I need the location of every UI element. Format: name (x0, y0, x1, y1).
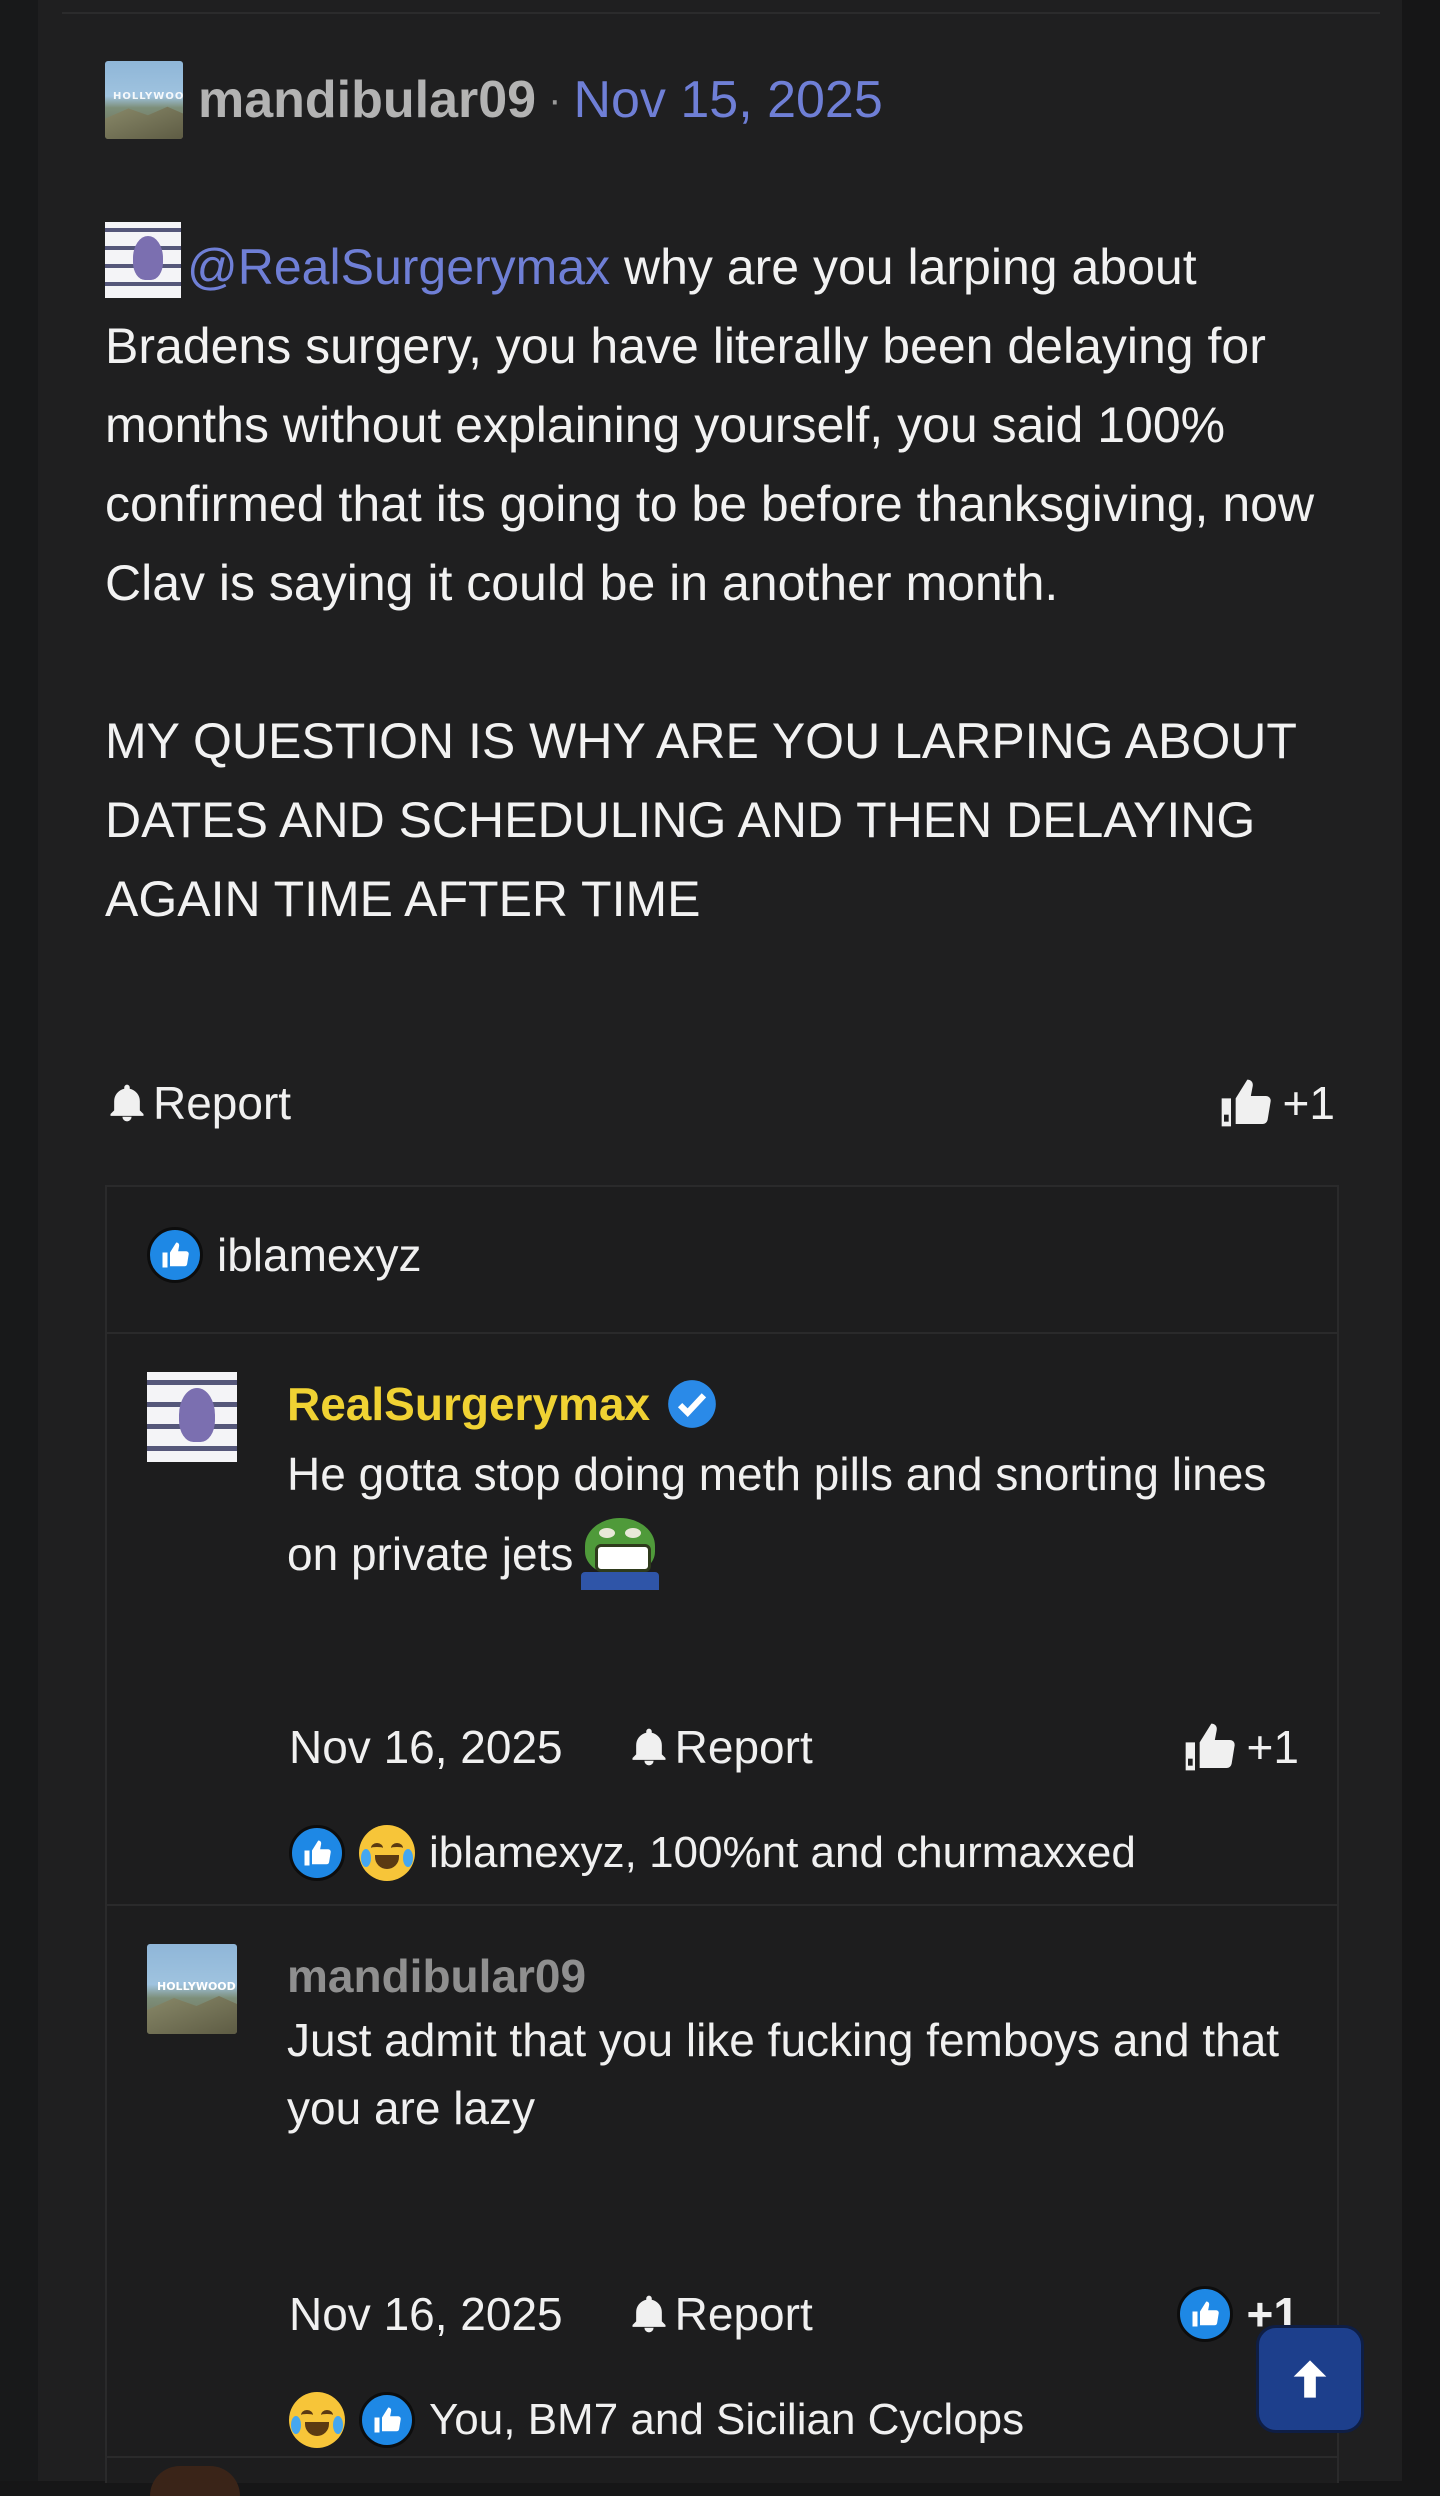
divider (105, 2456, 1337, 2458)
bell-icon (110, 1084, 144, 1122)
react-button[interactable]: +1 (1217, 1075, 1335, 1131)
report-button[interactable]: Report (105, 1076, 291, 1130)
like-reaction-icon (359, 2392, 415, 2448)
report-button[interactable]: Report (627, 1720, 813, 1774)
like-reaction-icon (147, 1227, 203, 1283)
next-comment-avatar (150, 2466, 240, 2496)
comment-text: Just admit that you like fucking femboys… (287, 2014, 1280, 2134)
bell-icon (632, 1728, 666, 1766)
comment: HOLLYWOOD mandibular09 Just admit that y… (147, 1944, 1299, 2484)
mention-avatar (105, 222, 181, 298)
react-button[interactable]: +1 (1181, 1719, 1299, 1775)
comment-actions: Nov 16, 2025 Report +1 (289, 2279, 1299, 2349)
divider (107, 1904, 1337, 1906)
reaction-count: +1 (1282, 1077, 1335, 1129)
replies-container: iblamexyz RealSurgerymax He gotta stop d… (105, 1185, 1339, 2483)
comment-author[interactable]: mandibular09 (287, 1944, 586, 2008)
post-text-caps: MY QUESTION IS WHY ARE YOU LARPING ABOUT… (105, 713, 1297, 927)
post-body: @RealSurgerymax why are you larping abou… (105, 222, 1345, 939)
post-author[interactable]: mandibular09 (198, 70, 536, 130)
like-reaction-icon (1176, 2286, 1233, 2342)
comment: RealSurgerymax He gotta stop doing meth … (147, 1372, 1299, 1912)
arrow-up-icon (1293, 2360, 1327, 2398)
comment-reactors[interactable]: You, BM7 and Sicilian Cyclops (289, 2392, 1024, 2448)
scroll-to-top-button[interactable] (1256, 2325, 1364, 2433)
separator: · (548, 77, 562, 122)
report-button[interactable]: Report (627, 2287, 813, 2341)
avatar[interactable]: HOLLYWOOD (147, 1944, 237, 2034)
post-header: HOLLYWOOD mandibular09 · Nov 15, 2025 (105, 60, 883, 140)
avatar[interactable] (147, 1372, 237, 1462)
divider (107, 1332, 1337, 1334)
post-actions: Report +1 (105, 1068, 1335, 1138)
user-mention[interactable]: @RealSurgerymax (187, 239, 610, 295)
thumbs-up-icon (1185, 1723, 1235, 1771)
reactors-list: iblamexyz (217, 1229, 422, 1281)
divider (62, 12, 1380, 14)
pepe-emoji-icon (581, 1516, 660, 1590)
like-reaction-icon (289, 1825, 345, 1881)
comment-date[interactable]: Nov 16, 2025 (289, 2287, 563, 2341)
thumbs-up-icon (1221, 1079, 1271, 1127)
report-label: Report (153, 1077, 292, 1129)
bell-icon (632, 2295, 666, 2333)
comment-actions: Nov 16, 2025 Report +1 (289, 1712, 1299, 1782)
laugh-reaction-icon (359, 1825, 415, 1881)
post-date[interactable]: Nov 15, 2025 (573, 70, 882, 130)
comment-author[interactable]: RealSurgerymax (287, 1372, 718, 1436)
comment-text: He gotta stop doing meth pills and snort… (287, 1434, 1297, 1594)
post-reactors[interactable]: iblamexyz (147, 1227, 422, 1283)
laugh-reaction-icon (289, 2392, 345, 2448)
comment-date[interactable]: Nov 16, 2025 (289, 1720, 563, 1774)
verified-badge-icon (668, 1380, 716, 1428)
comment-reactors[interactable]: iblamexyz, 100%nt and churmaxxed (289, 1825, 1136, 1881)
avatar[interactable]: HOLLYWOOD (105, 61, 183, 139)
left-gutter (0, 0, 38, 2481)
